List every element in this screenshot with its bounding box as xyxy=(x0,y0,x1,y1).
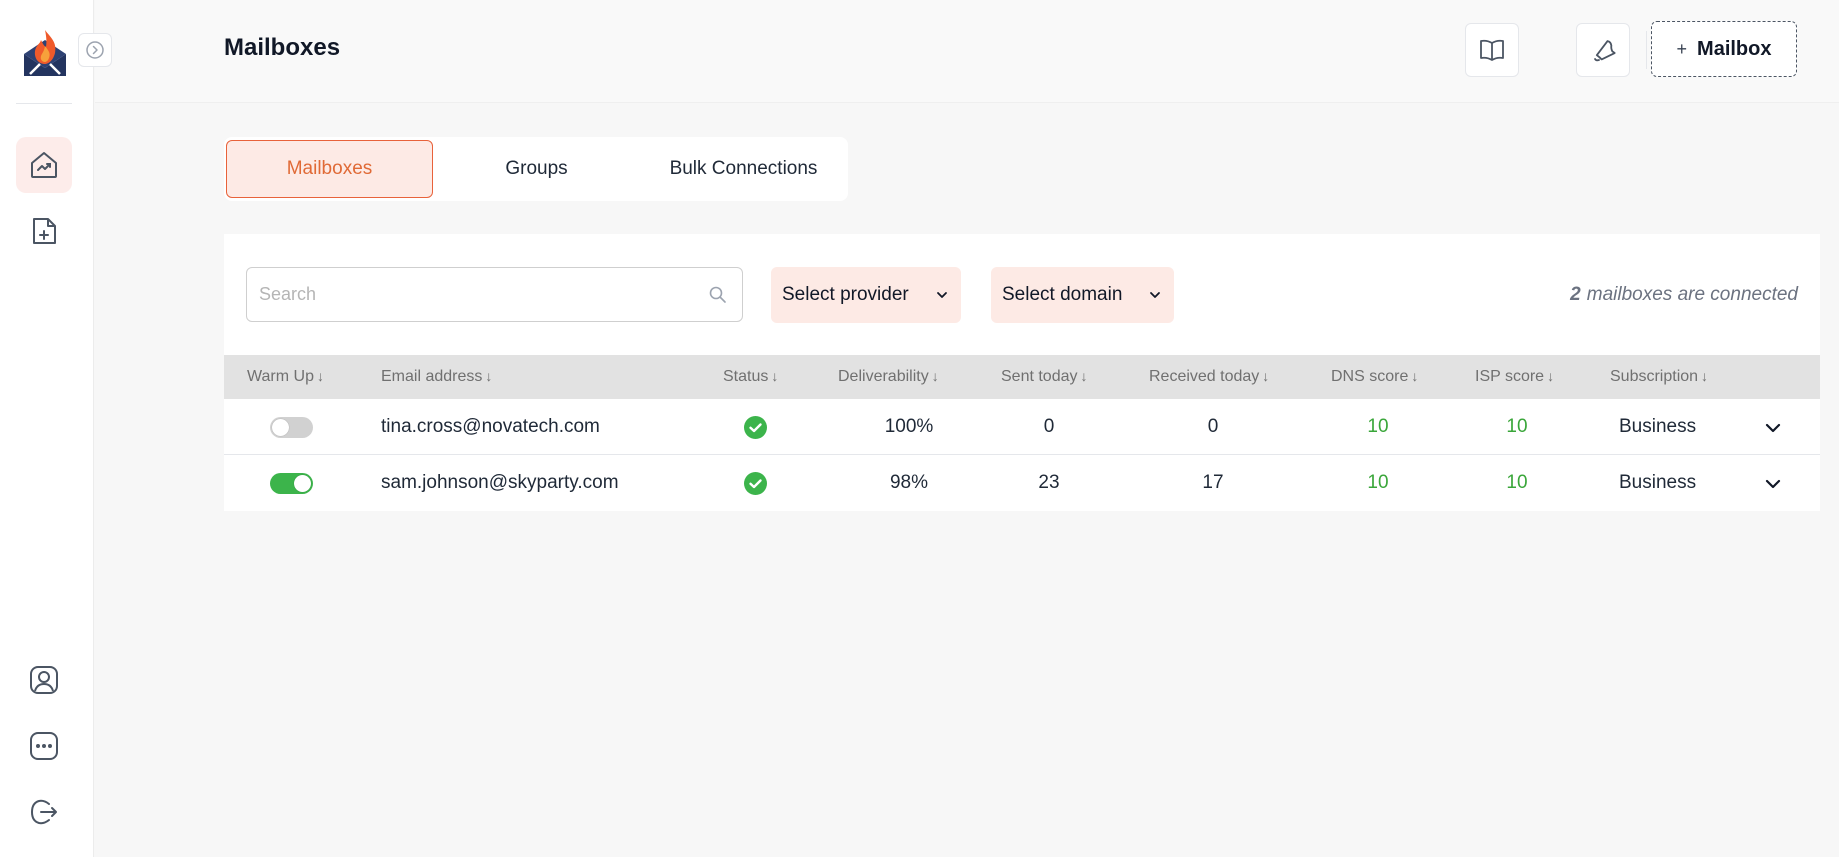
connected-count: 2 xyxy=(1570,284,1581,305)
table-row[interactable]: tina.cross@novatech.com 100% 0 0 10 10 B… xyxy=(224,399,1820,455)
add-mailbox-button[interactable]: + Mailbox xyxy=(1651,21,1797,77)
notifications-button[interactable] xyxy=(1576,23,1630,77)
subscription-cell: Business xyxy=(1619,472,1697,493)
column-header-status[interactable]: Status ↓ xyxy=(723,368,778,386)
column-header-sent-today[interactable]: Sent today ↓ xyxy=(1001,368,1088,386)
sort-arrow-icon: ↓ xyxy=(316,368,324,384)
add-mailbox-label: Mailbox xyxy=(1697,37,1772,60)
more-dots-icon xyxy=(30,732,58,760)
subscription-cell: Business xyxy=(1619,416,1697,437)
book-icon xyxy=(1480,39,1504,61)
connected-label: mailboxes are connected xyxy=(1586,284,1798,305)
warm-up-toggle[interactable] xyxy=(270,417,313,438)
header: Mailboxes + Mailbox xyxy=(95,0,1839,103)
sidebar-item-logout[interactable] xyxy=(16,784,72,840)
sidebar-item-more[interactable] xyxy=(16,718,72,774)
sidebar xyxy=(0,0,94,857)
column-header-warm-up[interactable]: Warm Up ↓ xyxy=(247,368,324,386)
chart-home-icon xyxy=(31,152,57,178)
sidebar-collapse-button[interactable] xyxy=(78,33,112,67)
sort-arrow-icon: ↓ xyxy=(485,368,493,384)
chevron-right-icon xyxy=(86,41,104,59)
docs-button[interactable] xyxy=(1465,23,1519,77)
column-header-deliverability[interactable]: Deliverability ↓ xyxy=(838,368,939,386)
sidebar-divider xyxy=(16,103,72,104)
warm-up-toggle[interactable] xyxy=(270,473,313,494)
sort-arrow-icon: ↓ xyxy=(1701,368,1709,384)
email-cell: tina.cross@novatech.com xyxy=(381,416,600,437)
sort-arrow-icon: ↓ xyxy=(931,368,939,384)
column-header-dns-score[interactable]: DNS score ↓ xyxy=(1331,368,1418,386)
add-document-icon xyxy=(33,218,56,244)
sort-arrow-icon: ↓ xyxy=(1080,368,1088,384)
mailboxes-panel: Select provider Select domain 2mailboxes… xyxy=(224,234,1820,511)
search-icon xyxy=(709,286,726,303)
tab-bulk-connections[interactable]: Bulk Connections xyxy=(640,140,847,198)
connected-count-text: 2 mailboxes are connected xyxy=(1570,284,1798,306)
search-input[interactable] xyxy=(247,268,687,321)
sort-arrow-icon: ↓ xyxy=(771,368,779,384)
column-header-isp-score[interactable]: ISP score ↓ xyxy=(1475,368,1554,386)
expand-row-chevron-icon[interactable] xyxy=(1764,419,1782,437)
deliverability-cell: 100% xyxy=(884,416,934,437)
isp-score-cell: 10 xyxy=(1506,416,1528,437)
expand-row-chevron-icon[interactable] xyxy=(1764,475,1782,493)
page-title: Mailboxes xyxy=(224,34,341,61)
user-profile-icon xyxy=(30,666,58,694)
dns-score-cell: 10 xyxy=(1367,416,1389,437)
header-separator xyxy=(1646,31,1647,69)
sidebar-item-profile[interactable] xyxy=(16,652,72,708)
column-header-received-today[interactable]: Received today ↓ xyxy=(1149,368,1269,386)
tab-bar: Mailboxes Groups Bulk Connections xyxy=(224,137,848,201)
toggle-knob xyxy=(272,419,289,436)
domain-select[interactable]: Select domain xyxy=(991,267,1174,323)
received-today-cell: 17 xyxy=(1202,472,1224,493)
flame-envelope-logo xyxy=(24,30,66,76)
sort-arrow-icon: ↓ xyxy=(1547,368,1555,384)
received-today-cell: 0 xyxy=(1207,416,1219,437)
dns-score-cell: 10 xyxy=(1367,472,1389,493)
sidebar-item-dashboard[interactable] xyxy=(16,137,72,193)
chevron-down-icon xyxy=(937,292,947,298)
column-header-subscription[interactable]: Subscription ↓ xyxy=(1610,368,1708,386)
deliverability-cell: 98% xyxy=(889,472,929,493)
table-header: Warm Up ↓ Email address ↓ Status ↓ Delivera… xyxy=(224,355,1820,399)
search-box xyxy=(246,267,743,322)
email-cell: sam.johnson@skyparty.com xyxy=(381,472,619,493)
sidebar-item-add-document[interactable] xyxy=(16,203,72,259)
sent-today-cell: 0 xyxy=(1043,416,1055,437)
domain-select-label: Select domain xyxy=(1002,284,1123,305)
chevron-down-icon xyxy=(1150,292,1160,298)
check-circle-icon xyxy=(744,472,767,495)
isp-score-cell: 10 xyxy=(1506,472,1528,493)
tab-groups[interactable]: Groups xyxy=(433,140,640,198)
sort-arrow-icon: ↓ xyxy=(1411,368,1419,384)
toggle-knob xyxy=(294,475,311,492)
sort-arrow-icon: ↓ xyxy=(1262,368,1270,384)
plus-icon: + xyxy=(1676,38,1688,59)
table-row[interactable]: sam.johnson@skyparty.com 98% 23 17 10 10… xyxy=(224,455,1820,511)
bell-icon xyxy=(1594,40,1616,62)
provider-select[interactable]: Select provider xyxy=(771,267,961,323)
logout-icon xyxy=(30,799,57,825)
provider-select-label: Select provider xyxy=(782,284,909,305)
column-header-email[interactable]: Email address ↓ xyxy=(381,368,492,386)
check-circle-icon xyxy=(744,416,767,439)
tab-mailboxes[interactable]: Mailboxes xyxy=(226,140,433,198)
sent-today-cell: 23 xyxy=(1038,472,1060,493)
